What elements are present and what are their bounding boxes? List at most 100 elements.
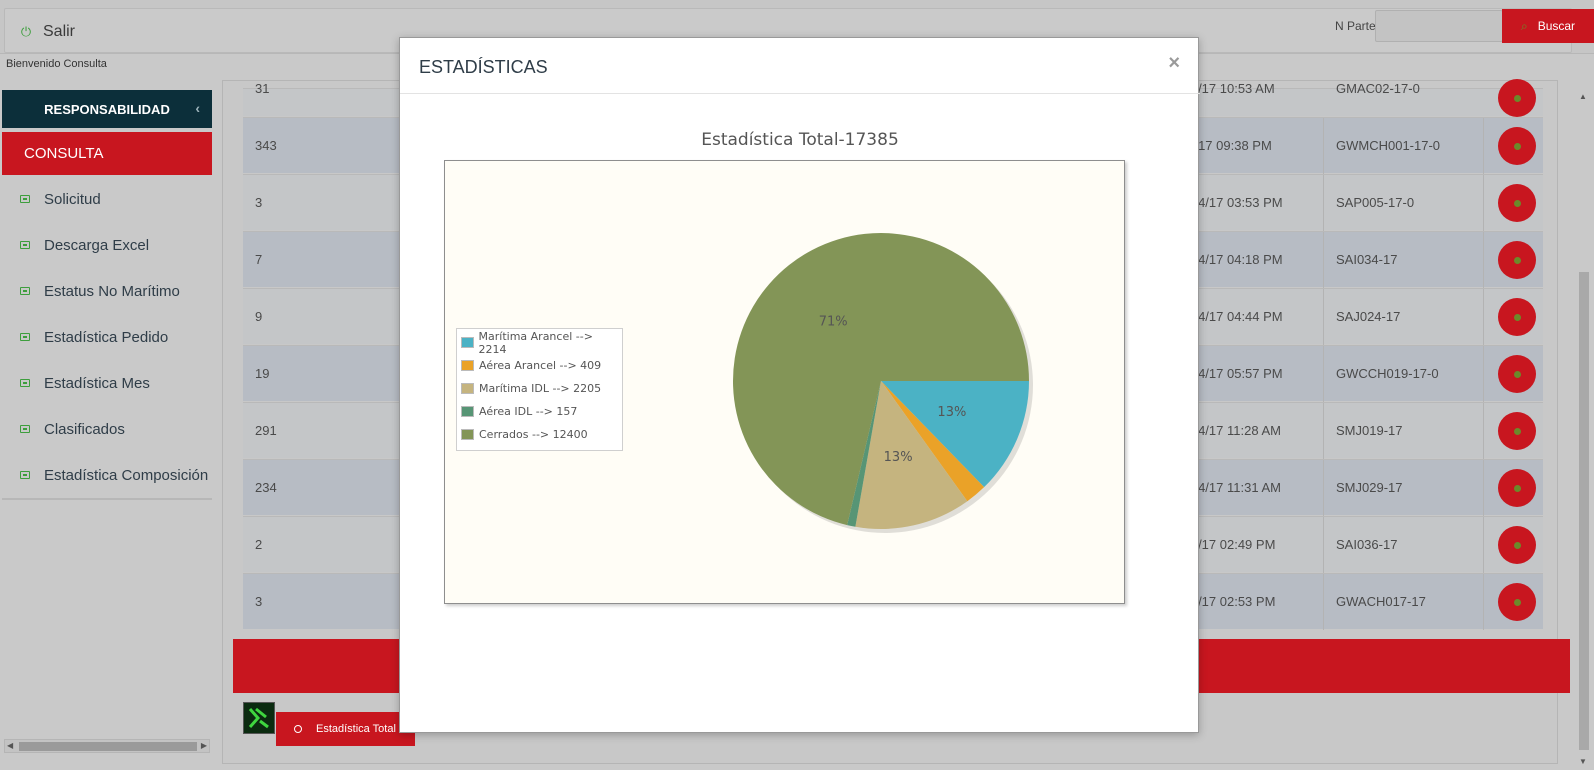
cell-code: GWMCH001-17-0 [1336, 138, 1441, 153]
clock-icon [1513, 313, 1521, 321]
column-divider [1483, 574, 1484, 630]
sidebar-horizontal-scrollbar[interactable]: ◀ ▶ [4, 739, 210, 753]
cell-count: 291 [255, 423, 277, 438]
modal-title: ESTADÍSTICAS [419, 57, 548, 77]
legend-item: Marítima IDL --> 2205 [461, 377, 618, 400]
column-divider [1323, 118, 1324, 174]
clock-icon [1513, 256, 1521, 264]
pie-slice-label: 13% [884, 450, 913, 465]
column-divider [1323, 175, 1324, 231]
legend-label: Marítima IDL --> 2205 [479, 382, 602, 395]
search-button[interactable]: ⌕ Buscar [1502, 9, 1594, 43]
cell-code: GWACH017-17 [1336, 594, 1426, 609]
cell-count: 3 [255, 195, 263, 210]
legend-label: Aérea Arancel --> 409 [479, 359, 602, 372]
scrollbar-thumb[interactable] [19, 742, 197, 751]
stats-action-button[interactable] [1498, 79, 1536, 117]
sidebar-menu: Solicitud Descarga Excel Estatus No Marí… [2, 176, 212, 500]
search-button-label: Buscar [1537, 19, 1576, 33]
nparte-input[interactable] [1375, 10, 1503, 42]
stats-action-button[interactable] [1498, 412, 1536, 450]
sidebar-item-estadistica-pedido[interactable]: Estadística Pedido [2, 314, 212, 360]
modal-header: ESTADÍSTICAS × [400, 38, 1200, 94]
column-divider [1323, 403, 1324, 459]
clock-icon [1513, 142, 1521, 150]
column-divider [1483, 118, 1484, 174]
page-vertical-scrollbar[interactable]: ▲ ▼ [1577, 88, 1591, 766]
legend-item: Aérea Arancel --> 409 [461, 354, 618, 377]
column-divider [1483, 346, 1484, 402]
clock-icon [1513, 427, 1521, 435]
cell-count: 343 [255, 138, 277, 153]
column-divider [1483, 460, 1484, 516]
clock-icon [1513, 541, 1521, 549]
stats-action-button[interactable] [1498, 469, 1536, 507]
sidebar-item-estadistica-mes[interactable]: Estadística Mes [2, 360, 212, 406]
scroll-right-icon[interactable]: ▶ [201, 740, 207, 752]
search-icon: ⌕ [1520, 18, 1528, 33]
scrollbar-thumb[interactable] [1579, 272, 1589, 750]
sidebar-item-estadistica-composicion[interactable]: Estadística Composición [2, 452, 212, 498]
legend-item: Cerrados --> 12400 [461, 423, 618, 446]
welcome-text: Bienvenido Consulta [6, 58, 107, 70]
cell-count: 31 [255, 81, 270, 96]
bullet-icon [20, 195, 30, 203]
stats-action-button[interactable] [1498, 127, 1536, 165]
column-divider [1323, 574, 1324, 630]
excel-export-icon[interactable] [243, 702, 275, 734]
legend-swatch [461, 406, 474, 417]
legend-item: Marítima Arancel --> 2214 [461, 329, 618, 356]
cell-code: SAI034-17 [1336, 252, 1398, 267]
column-divider [1483, 232, 1484, 288]
sidebar-item-label: Descarga Excel [44, 236, 150, 254]
chevron-left-icon: ‹ [195, 100, 200, 116]
scroll-left-icon[interactable]: ◀ [7, 740, 13, 752]
bullet-icon [20, 287, 30, 295]
legend-label: Aérea IDL --> 157 [479, 405, 578, 418]
sidebar-item-estatus-no-maritimo[interactable]: Estatus No Marítimo [2, 268, 212, 314]
scroll-down-icon[interactable]: ▼ [1579, 757, 1587, 766]
bullet-icon [20, 241, 30, 249]
cell-code: SAJ024-17 [1336, 309, 1401, 324]
cell-count: 19 [255, 366, 270, 381]
salir-button[interactable]: ⏻ Salir [19, 23, 75, 41]
legend-label: Marítima Arancel --> 2214 [478, 329, 593, 356]
power-icon: ⏻ [20, 24, 32, 39]
sidebar-section-label: RESPONSABILIDAD [44, 101, 170, 117]
close-icon[interactable]: × [1168, 52, 1180, 75]
column-divider [1323, 517, 1324, 573]
estadistica-total-label: Estadística Total [316, 723, 396, 735]
sidebar-section-responsabilidad[interactable]: RESPONSABILIDAD ‹ [2, 90, 212, 128]
stats-action-button[interactable] [1498, 184, 1536, 222]
sidebar-item-descarga-excel[interactable]: Descarga Excel [2, 222, 212, 268]
nparte-label: N Parte: [1335, 19, 1380, 33]
pie-slice-label: 71% [819, 315, 848, 330]
clock-icon [1513, 199, 1521, 207]
cell-code: GMAC02-17-0 [1336, 81, 1420, 96]
legend-item: Aérea IDL --> 157 [461, 400, 618, 423]
sidebar-item-label: Clasificados [44, 420, 125, 438]
stats-action-button[interactable] [1498, 583, 1536, 621]
sidebar-item-label: Estatus No Marítimo [44, 282, 180, 300]
pie-slice-label: 13% [937, 405, 966, 420]
column-divider [1323, 460, 1324, 516]
stats-action-button[interactable] [1498, 298, 1536, 336]
legend-swatch [461, 383, 474, 394]
bullet-icon [20, 425, 30, 433]
bullet-icon [20, 471, 30, 479]
column-divider [1323, 289, 1324, 345]
stats-action-button[interactable] [1498, 355, 1536, 393]
estadistica-total-button[interactable]: Estadística Total [276, 712, 415, 746]
sidebar: RESPONSABILIDAD ‹ CONSULTA Solicitud Des… [0, 88, 214, 770]
salir-label: Salir [43, 23, 76, 40]
bullet-icon [20, 333, 30, 341]
sidebar-item-consulta[interactable]: CONSULTA [2, 132, 212, 175]
chart-title: Estadística Total-17385 [701, 130, 899, 150]
stats-action-button[interactable] [1498, 241, 1536, 279]
stats-action-button[interactable] [1498, 526, 1536, 564]
clock-icon [1513, 484, 1521, 492]
sidebar-item-clasificados[interactable]: Clasificados [2, 406, 212, 452]
sidebar-item-solicitud[interactable]: Solicitud [2, 176, 212, 222]
scroll-up-icon[interactable]: ▲ [1579, 92, 1587, 101]
statistics-modal: ESTADÍSTICAS × Estadística Total-17385 1… [399, 37, 1200, 733]
